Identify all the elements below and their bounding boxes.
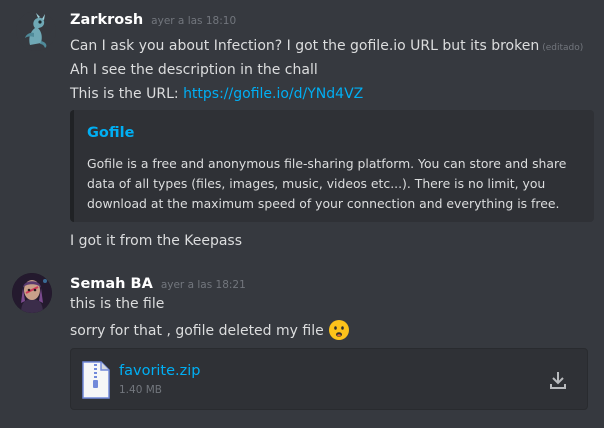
zip-file-icon: [82, 361, 110, 399]
embed-title[interactable]: Gofile: [87, 125, 134, 141]
dragon-avatar-icon: [16, 11, 56, 51]
portrait-avatar-icon: [12, 273, 52, 313]
message-text: this is the file: [70, 296, 165, 312]
message-text: Ah I see the description in the chall: [70, 62, 318, 78]
message-line: I got it from the Keepass: [70, 231, 242, 251]
message-line: This is the URL: https://gofile.io/d/YNd…: [70, 84, 363, 104]
message-line: this is the file: [70, 294, 164, 314]
username[interactable]: Semah BA: [70, 276, 153, 292]
timestamp: ayer a las 18:10: [151, 15, 237, 27]
link-embed: Gofile Gofile is a free and anonymous fi…: [70, 110, 594, 222]
message-text: This is the URL:: [70, 86, 184, 102]
frowning-face-icon: [328, 319, 350, 341]
message-text: Can I ask you about Infection? I got the…: [70, 38, 540, 54]
gofile-link[interactable]: https://gofile.io/d/YNd4VZ: [183, 86, 363, 102]
avatar[interactable]: [12, 273, 52, 313]
avatar[interactable]: [16, 11, 56, 51]
file-name-link[interactable]: favorite.zip: [119, 363, 201, 379]
file-attachment: favorite.zip 1.40 MB: [70, 348, 588, 410]
message-line: sorry for that , gofile deleted my file: [70, 320, 350, 342]
username[interactable]: Zarkrosh: [70, 12, 143, 28]
edited-label: (editado): [542, 43, 584, 53]
message-text: sorry for that , gofile deleted my file: [70, 323, 324, 339]
message-text: I got it from the Keepass: [70, 233, 243, 249]
message-line: Can I ask you about Infection? I got the…: [70, 36, 583, 58]
file-size: 1.40 MB: [119, 384, 162, 396]
embed-description: Gofile is a free and anonymous file-shar…: [87, 156, 567, 211]
message-line: Ah I see the description in the chall: [70, 60, 318, 80]
timestamp: ayer a las 18:21: [160, 279, 246, 291]
download-icon[interactable]: [547, 369, 569, 391]
